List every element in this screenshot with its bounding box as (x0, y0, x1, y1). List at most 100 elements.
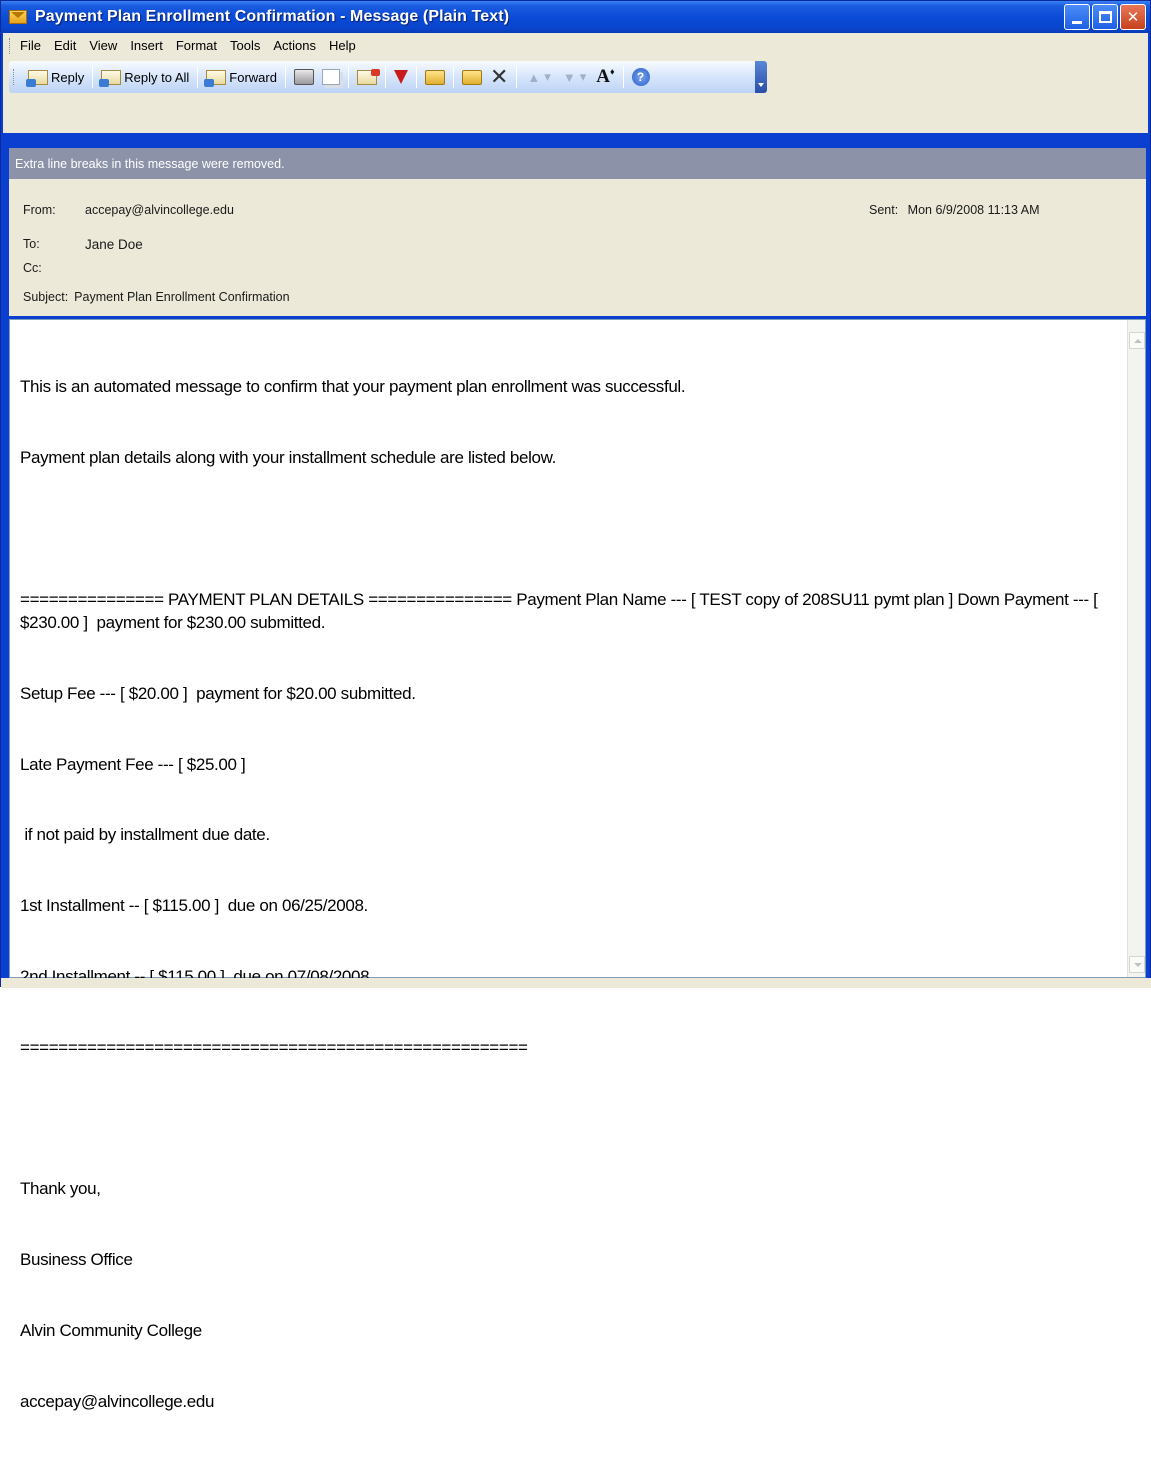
body-line: Thank you, (20, 1179, 101, 1199)
move-to-folder-button[interactable] (421, 69, 449, 85)
next-item-button[interactable]: ▼ ▾ (557, 69, 592, 85)
message-body-text: This is an automated message to confirm … (20, 328, 1115, 1461)
body-line: Setup Fee --- [ $20.00 ] payment for $20… (20, 683, 416, 703)
forward-button[interactable]: Forward (202, 69, 281, 87)
body-line: Alvin Community College (20, 1320, 202, 1340)
toolbar-separator (197, 66, 199, 88)
reply-button[interactable]: Reply (24, 69, 88, 87)
address-book-icon (461, 69, 482, 85)
printer-icon (293, 69, 314, 85)
up-arrow-icon: ▲ (527, 69, 541, 85)
maximize-button[interactable] (1092, 4, 1118, 30)
folder-icon (424, 69, 445, 85)
mail-flag-icon (356, 68, 380, 85)
message-header: From: accepay@alvincollege.edu Sent: Mon… (9, 179, 1146, 316)
message-window: Payment Plan Enrollment Confirmation - M… (0, 0, 1151, 1411)
copy-button[interactable] (318, 69, 344, 85)
window-title: Payment Plan Enrollment Confirmation - M… (35, 8, 510, 25)
toolbar-separator (284, 66, 286, 88)
delete-button[interactable]: ✕ (486, 66, 512, 88)
body-line: if not paid by installment due date. (20, 825, 270, 845)
subject-row: Subject: Payment Plan Enrollment Confirm… (23, 290, 290, 304)
scroll-down-button[interactable] (1129, 956, 1145, 973)
menu-help[interactable]: Help (329, 38, 356, 53)
info-bar[interactable]: Extra line breaks in this message were r… (9, 148, 1146, 179)
reply-label: Reply (51, 69, 85, 85)
toolbar-separator (622, 66, 624, 88)
font-size-icon: A♦ (596, 66, 615, 87)
reply-icon (26, 69, 48, 87)
body-line: ​ (20, 517, 1115, 541)
mark-unread-button[interactable] (353, 68, 381, 85)
toolbar-separator (384, 66, 386, 88)
body-line: Payment plan details along with your ins… (20, 447, 557, 467)
sent-label: Sent: (869, 203, 899, 217)
body-line: This is an automated message to confirm … (20, 377, 686, 397)
body-line: Business Office (20, 1250, 133, 1270)
envelope-icon (9, 10, 27, 24)
window-controls: ✕ (1064, 4, 1146, 30)
follow-up-button[interactable] (390, 70, 412, 84)
to-label: To: (23, 237, 40, 251)
vertical-scrollbar[interactable] (1127, 320, 1145, 977)
help-icon: ? (631, 68, 650, 86)
menu-format[interactable]: Format (176, 38, 217, 53)
flag-icon (393, 70, 408, 84)
toolbar-separator (347, 66, 349, 88)
previous-item-button[interactable]: ▲ ▾ (521, 69, 556, 85)
toolbar-separator (415, 66, 417, 88)
body-line: ​ (20, 1107, 1115, 1131)
help-button[interactable]: ? (628, 68, 654, 86)
menu-view[interactable]: View (89, 38, 117, 53)
body-line: 1st Installment -- [ $115.00 ] due on 06… (20, 896, 368, 916)
font-size-button[interactable]: A♦ (592, 66, 618, 88)
reply-all-button[interactable]: Reply to All (97, 69, 193, 87)
sent-value: Mon 6/9/2008 11:13 AM (907, 203, 1040, 217)
to-row: To: Jane Doe (23, 237, 143, 252)
close-icon: ✕ (1126, 9, 1140, 26)
toolbar-options-chevron[interactable] (755, 61, 767, 93)
menu-tools[interactable]: Tools (230, 38, 260, 53)
forward-icon (204, 69, 227, 87)
copy-icon (321, 69, 340, 85)
maximize-icon (1098, 11, 1112, 23)
toolbar-area: Reply Reply to All Forward ✕ ▲ ▾ ▼ ▾ A♦ … (3, 58, 1148, 133)
contacts-button[interactable] (458, 69, 486, 85)
subject-label: Subject: (23, 290, 69, 304)
body-line: accepay@alvincollege.edu (20, 1391, 215, 1411)
menu-file[interactable]: File (20, 38, 41, 53)
minimize-button[interactable] (1064, 4, 1090, 30)
to-value[interactable]: Jane Doe (85, 237, 143, 252)
toolbar-separator (516, 66, 518, 88)
cc-label: Cc: (23, 261, 42, 275)
scroll-up-button[interactable] (1129, 332, 1145, 349)
body-line: Late Payment Fee --- [ $25.00 ] (20, 754, 246, 774)
close-button[interactable]: ✕ (1120, 4, 1146, 30)
reply-all-icon (99, 69, 122, 87)
toolbar-separator (452, 66, 454, 88)
menu-edit[interactable]: Edit (54, 38, 76, 53)
menu-actions[interactable]: Actions (273, 38, 316, 53)
down-arrow-icon: ▼ (562, 69, 576, 85)
reply-all-label: Reply to All (124, 69, 190, 85)
print-button[interactable] (290, 69, 318, 85)
message-body[interactable]: This is an automated message to confirm … (9, 319, 1146, 1411)
from-value[interactable]: accepay@alvincollege.edu (85, 203, 234, 217)
body-line: ========================================… (20, 1037, 528, 1057)
minimize-icon (1072, 20, 1082, 24)
title-bar[interactable]: Payment Plan Enrollment Confirmation - M… (1, 1, 1150, 33)
menu-insert[interactable]: Insert (130, 38, 163, 53)
menubar-grip[interactable] (9, 37, 12, 54)
from-label: From: (23, 203, 56, 217)
cc-row: Cc: ​ (23, 261, 85, 275)
info-bar-text: Extra line breaks in this message were r… (15, 156, 285, 171)
toolbar-grip[interactable] (13, 69, 16, 85)
toolbar-separator (92, 66, 94, 88)
dropdown-arrow-icon: ▾ (544, 69, 551, 84)
subject-value: Payment Plan Enrollment Confirmation (74, 290, 290, 304)
forward-label: Forward (229, 69, 277, 85)
menu-bar: File Edit View Insert Format Tools Actio… (3, 33, 1148, 58)
body-line: =============== PAYMENT PLAN DETAILS ===… (20, 589, 1102, 633)
dropdown-arrow-icon: ▾ (579, 69, 587, 84)
delete-icon: ✕ (489, 64, 509, 89)
